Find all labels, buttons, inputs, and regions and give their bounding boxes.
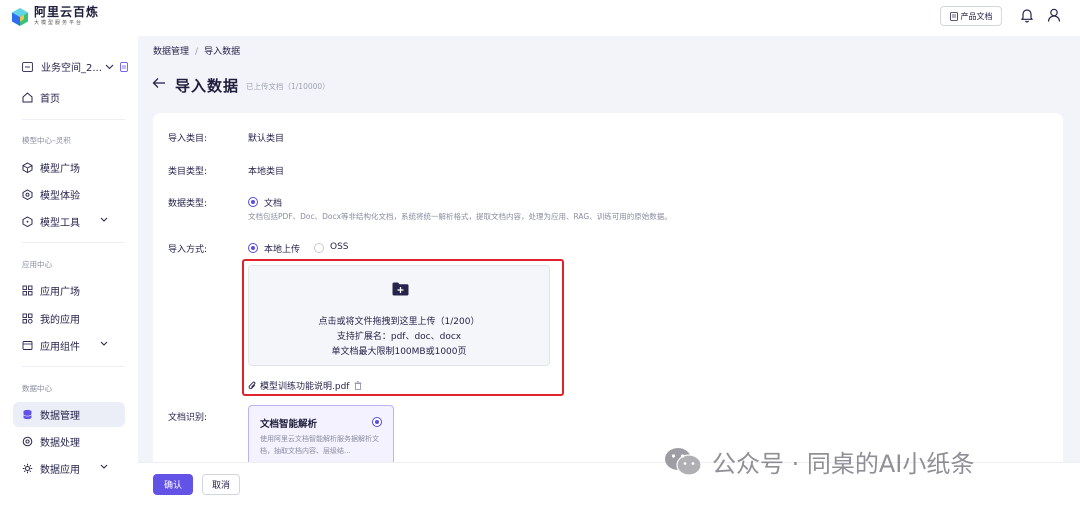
workspace-selector[interactable]: 业务空间_2... [22, 59, 128, 74]
sidebar-item-model-square[interactable]: 模型广场 [13, 155, 125, 180]
home-icon [22, 92, 33, 103]
sidebar: 业务空间_2... 首页 模型中心–灵积 模型广场 模型体验 模型工具 应用中心… [0, 36, 138, 505]
sidebar-item-my-apps[interactable]: 我的应用 [13, 306, 125, 331]
workspace-icon [22, 61, 33, 72]
workspace-name: 业务空间_2... [41, 63, 102, 74]
bell-icon[interactable] [1019, 7, 1035, 23]
product-docs-button[interactable]: 产品文档 [940, 6, 1002, 26]
cube-icon [22, 162, 33, 173]
apps-icon [22, 313, 33, 324]
data-type-option: 文档 [264, 199, 283, 209]
category-type-value: 本地类目 [248, 167, 285, 177]
divider [22, 366, 125, 367]
app-title: 阿里云百炼 [34, 5, 100, 19]
confirm-button[interactable]: 确认 [153, 474, 193, 495]
product-docs-label: 产品文档 [960, 11, 993, 21]
chevron-down-icon [105, 64, 114, 69]
import-method-label: 导入方式: [168, 245, 208, 255]
hexagon-icon [22, 189, 33, 200]
database-icon [23, 409, 32, 420]
logo-cube-icon [10, 7, 30, 27]
sidebar-item-label: 数据管理 [40, 411, 80, 422]
import-method-option-oss: OSS [330, 242, 349, 252]
category-label: 导入类目: [168, 134, 208, 144]
sidebar-item-label: 首页 [40, 94, 60, 105]
sidebar-item-label: 模型体验 [40, 191, 80, 202]
doc-recognition-label: 文档识别: [168, 413, 208, 423]
group-title-app-center: 应用中心 [22, 260, 52, 269]
app-logo[interactable]: 阿里云百炼 大模型服务平台 [10, 6, 99, 27]
smart-parse-option-card[interactable]: 文档智能解析 使用阿里云文档智能解析服务据解析文档，抽取文档内容、层级结... [248, 405, 394, 465]
sidebar-item-app-square[interactable]: 应用广场 [13, 278, 125, 303]
settings-icon [22, 463, 33, 474]
smart-parse-description: 使用阿里云文档智能解析服务据解析文档，抽取文档内容、层级结... [260, 435, 379, 455]
chevron-down-icon [100, 464, 108, 469]
grid-icon [22, 285, 33, 296]
smart-parse-title: 文档智能解析 [260, 419, 318, 430]
import-method-radio-local[interactable] [248, 243, 258, 253]
sidebar-item-label: 模型工具 [40, 218, 80, 229]
watermark-text: 公众号 · 同桌的AI小纸条 [712, 450, 975, 478]
chevron-down-icon [100, 217, 108, 222]
app-subtitle: 大模型服务平台 [34, 20, 84, 26]
sidebar-item-data-management[interactable]: 数据管理 [13, 402, 125, 427]
data-type-radio-document[interactable] [248, 197, 258, 207]
sidebar-item-data-processing[interactable]: 数据处理 [13, 429, 125, 454]
sidebar-item-label: 数据处理 [40, 438, 80, 449]
group-title-model-center: 模型中心–灵积 [22, 136, 71, 145]
breadcrumb-data-management[interactable]: 数据管理 [153, 47, 189, 57]
breadcrumb-import-data: 导入数据 [204, 47, 241, 57]
component-icon [22, 341, 33, 350]
import-method-radio-oss[interactable] [314, 243, 324, 253]
chevron-down-icon [100, 341, 108, 346]
category-value: 默认类目 [248, 134, 285, 144]
sidebar-item-home[interactable]: 首页 [13, 85, 125, 110]
sidebar-item-model-experience[interactable]: 模型体验 [13, 182, 125, 207]
document-icon [949, 11, 958, 21]
top-bar: 阿里云百炼 大模型服务平台 产品文档 [0, 0, 1080, 36]
back-arrow-icon[interactable] [152, 77, 166, 92]
sidebar-item-label: 我的应用 [40, 315, 80, 326]
smart-parse-radio[interactable] [372, 417, 382, 427]
sidebar-item-data-apps[interactable]: 数据应用 [13, 456, 125, 481]
page-subtitle: 已上传文档（1/10000） [246, 82, 330, 91]
breadcrumb: 数据管理 / 导入数据 [153, 47, 241, 57]
sidebar-item-label: 应用广场 [40, 287, 80, 298]
sidebar-item-label: 数据应用 [40, 465, 80, 476]
sidebar-item-app-components[interactable]: 应用组件 [13, 333, 125, 358]
import-method-option-local: 本地上传 [264, 245, 301, 255]
sidebar-item-model-tools[interactable]: 模型工具 [13, 209, 125, 234]
wechat-icon [665, 447, 702, 476]
sidebar-item-label: 应用组件 [40, 342, 80, 353]
page-title: 导入数据 [175, 77, 240, 95]
cancel-button[interactable]: 取消 [202, 474, 240, 495]
workspace-doc-icon[interactable] [120, 61, 128, 72]
watermark: 公众号 · 同桌的AI小纸条 [664, 444, 974, 479]
highlight-box [242, 259, 564, 396]
process-icon [22, 436, 33, 447]
user-icon[interactable] [1046, 7, 1062, 23]
divider [22, 242, 125, 243]
tools-icon [22, 216, 33, 227]
data-type-label: 数据类型: [168, 199, 208, 209]
group-title-data-center: 数据中心 [22, 384, 52, 393]
data-type-description: 文档包括PDF、Doc、Docx等非结构化文档，系统将统一解析格式，提取文档内容… [248, 212, 672, 221]
divider [22, 119, 125, 120]
category-type-label: 类目类型: [168, 167, 208, 177]
sidebar-item-label: 模型广场 [40, 164, 80, 175]
